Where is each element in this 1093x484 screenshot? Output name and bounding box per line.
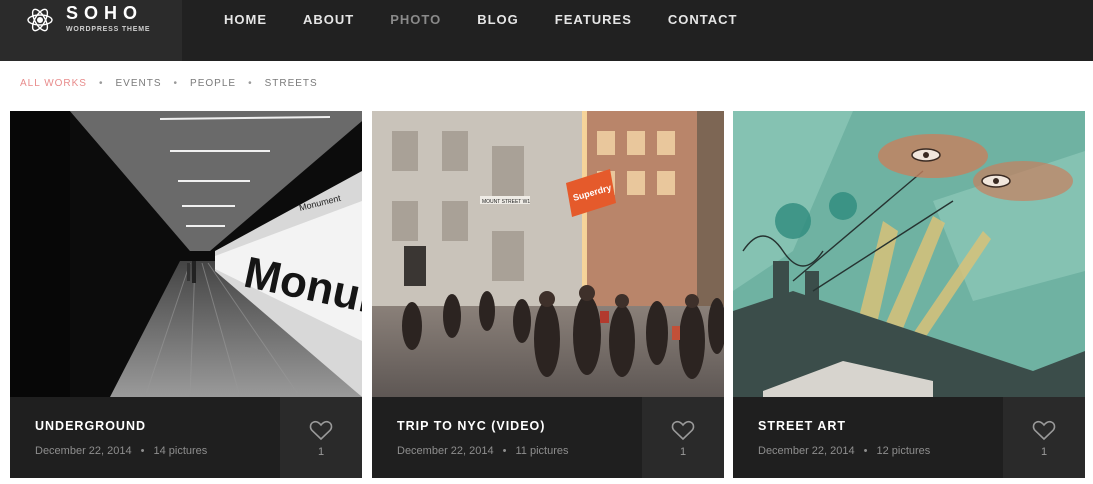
street-sign-text: MOUNT STREET W1: [482, 199, 530, 205]
nav-item-about[interactable]: ABOUT: [285, 0, 372, 40]
nav-item-features[interactable]: FEATURES: [537, 0, 650, 40]
main-nav: HOME ABOUT PHOTO BLOG FEATURES CONTACT: [206, 0, 755, 40]
card-title[interactable]: UNDERGROUND: [35, 419, 146, 433]
filter-streets[interactable]: STREETS: [265, 78, 318, 89]
heart-icon: [1032, 420, 1056, 441]
card-info: UNDERGROUND December 22, 2014 • 14 picture…: [10, 397, 280, 478]
brand-title: SOHO: [66, 3, 144, 23]
logo-icon: [27, 8, 53, 32]
meta-separator: •: [502, 445, 507, 457]
heart-icon: [671, 420, 695, 441]
card-info: TRIP TO NYC (VIDEO) December 22, 2014 • 11…: [372, 397, 642, 478]
site-header: SOHO WORDPRESS THEME HOME ABOUT PHOTO BL…: [0, 0, 1093, 61]
card-meta: December 22, 2014 • 12 pictures: [758, 445, 930, 457]
portfolio-card-underground[interactable]: Monument Monumer UNDERGROUND December 22…: [10, 111, 362, 478]
card-date: December 22, 2014: [35, 445, 132, 457]
filter-all-works[interactable]: ALL WORKS: [20, 78, 87, 89]
card-image-trip-to-nyc[interactable]: Superdry MOUNT STREET W1: [372, 111, 724, 397]
filter-separator: •: [98, 78, 104, 89]
like-button[interactable]: 1: [280, 397, 362, 478]
meta-separator: •: [863, 445, 868, 457]
card-meta: December 22, 2014 • 11 pictures: [397, 445, 568, 457]
like-count: 1: [317, 446, 325, 458]
card-meta: December 22, 2014 • 14 pictures: [35, 445, 207, 457]
card-image-underground[interactable]: Monument Monumer: [10, 111, 362, 397]
portfolio-card-street-art[interactable]: STREET ART December 22, 2014 • 12 pictures…: [733, 111, 1085, 478]
heart-icon: [309, 420, 333, 441]
filter-people[interactable]: PEOPLE: [190, 78, 236, 89]
card-title[interactable]: TRIP TO NYC (VIDEO): [397, 419, 545, 433]
portfolio-card-trip-to-nyc[interactable]: Superdry MOUNT STREET W1 TRIP TO NYC (VI…: [372, 111, 724, 478]
like-button[interactable]: 1: [1003, 397, 1085, 478]
card-image-street-art[interactable]: [733, 111, 1085, 397]
card-picture-count: 14 pictures: [153, 445, 208, 457]
filter-separator: •: [173, 78, 179, 89]
card-picture-count: 12 pictures: [876, 445, 931, 457]
like-button[interactable]: 1: [642, 397, 724, 478]
card-info: STREET ART December 22, 2014 • 12 pictures: [733, 397, 1003, 478]
nav-item-blog[interactable]: BLOG: [459, 0, 537, 40]
filter-events[interactable]: EVENTS: [116, 78, 162, 89]
card-title[interactable]: STREET ART: [758, 419, 846, 433]
nav-item-contact[interactable]: CONTACT: [650, 0, 756, 40]
like-count: 1: [1040, 446, 1048, 458]
brand-subtitle: WORDPRESS THEME: [66, 26, 151, 33]
meta-separator: •: [140, 445, 145, 457]
like-count: 1: [679, 446, 687, 458]
filter-separator: •: [248, 78, 253, 89]
portfolio-filters: ALL WORKS • EVENTS • PEOPLE • STREETS: [20, 78, 318, 89]
nav-item-home[interactable]: HOME: [206, 0, 285, 40]
nav-item-photo[interactable]: PHOTO: [372, 0, 459, 40]
card-date: December 22, 2014: [397, 445, 494, 457]
logo[interactable]: SOHO WORDPRESS THEME: [0, 0, 182, 61]
card-date: December 22, 2014: [758, 445, 855, 457]
card-picture-count: 11 pictures: [515, 445, 569, 457]
